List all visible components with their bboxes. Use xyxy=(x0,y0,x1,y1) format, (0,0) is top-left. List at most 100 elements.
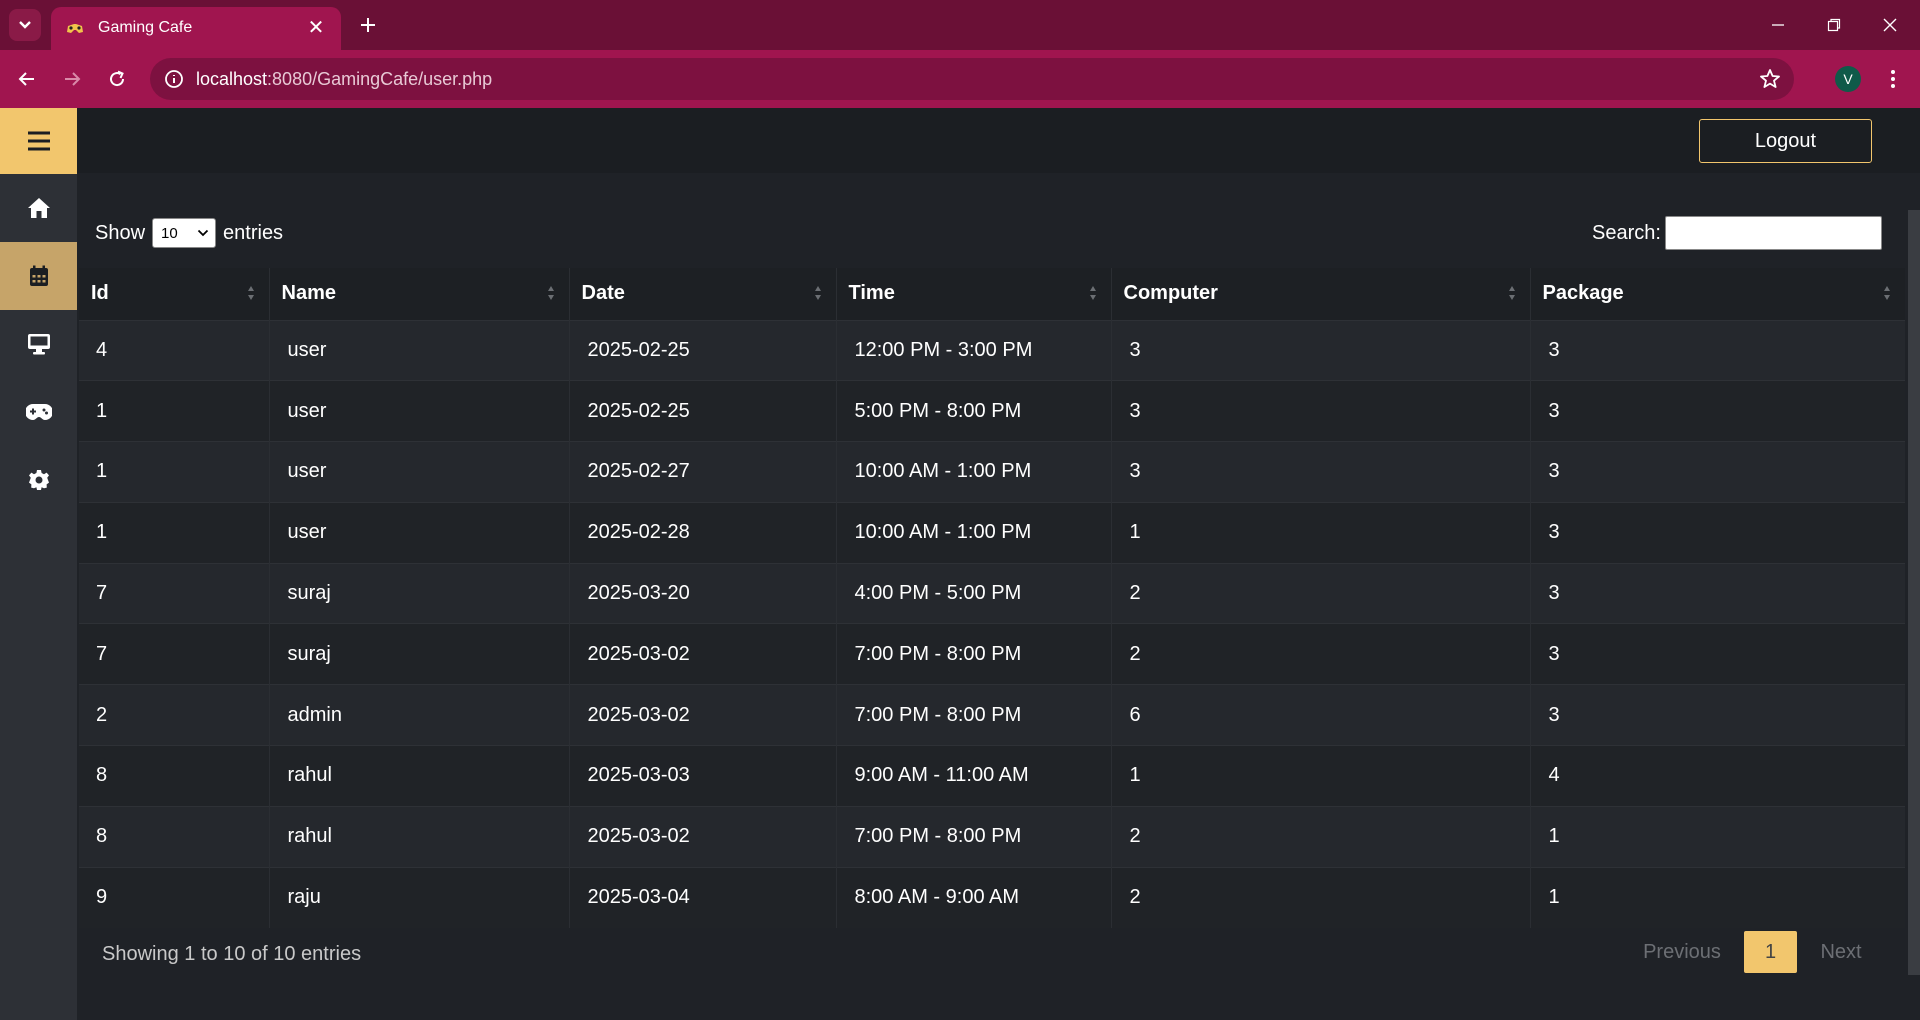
cell-package: 3 xyxy=(1529,562,1905,624)
minimize-icon xyxy=(1772,24,1784,26)
restore-button[interactable] xyxy=(1806,0,1862,50)
cell-time: 12:00 PM - 3:00 PM xyxy=(835,319,1111,381)
sidebar-item-computers[interactable] xyxy=(0,310,77,378)
sidebar-item-settings[interactable] xyxy=(0,446,77,514)
new-tab-button[interactable] xyxy=(352,9,384,41)
home-icon xyxy=(27,198,50,218)
entries-select[interactable]: 10 xyxy=(152,218,217,248)
site-info-icon[interactable] xyxy=(164,69,184,89)
cell-computer: 2 xyxy=(1110,866,1530,928)
close-tab-icon[interactable]: ✕ xyxy=(305,15,327,40)
column-header-computer[interactable]: Computer xyxy=(1110,268,1530,320)
previous-page-button[interactable]: Previous xyxy=(1632,931,1732,973)
cell-name: suraj xyxy=(268,623,569,685)
cell-name: admin xyxy=(268,684,569,746)
minimize-button[interactable] xyxy=(1750,0,1806,50)
cell-computer: 3 xyxy=(1110,319,1530,381)
table-row: 1 user 2025-02-27 10:00 AM - 1:00 PM 3 3 xyxy=(79,441,1905,503)
table-row: 1 user 2025-02-25 5:00 PM - 8:00 PM 3 3 xyxy=(79,380,1905,442)
sidebar-item-bookings[interactable] xyxy=(0,242,77,310)
cell-name: user xyxy=(268,380,569,442)
url-host: localhost xyxy=(196,69,268,89)
column-header-label: Computer xyxy=(1123,282,1218,305)
column-header-date[interactable]: Date xyxy=(568,268,836,320)
table-info: Showing 1 to 10 of 10 entries xyxy=(102,943,362,965)
cell-id: 1 xyxy=(79,501,269,564)
gamepad-icon xyxy=(25,404,52,420)
column-header-package[interactable]: Package xyxy=(1529,268,1905,320)
cell-id: 9 xyxy=(79,866,269,928)
next-page-button[interactable]: Next xyxy=(1806,931,1876,973)
cell-package: 3 xyxy=(1529,623,1905,685)
cell-date: 2025-03-02 xyxy=(568,805,836,868)
sort-arrows-icon xyxy=(547,286,554,300)
address-bar[interactable]: localhost:8080/GamingCafe/user.php xyxy=(150,58,1794,100)
browser-toolbar: localhost:8080/GamingCafe/user.php xyxy=(0,50,1920,108)
cell-date: 2025-02-25 xyxy=(568,380,836,442)
cell-time: 5:00 PM - 8:00 PM xyxy=(835,380,1111,442)
gamepad-favicon-icon xyxy=(67,24,83,33)
cell-time: 9:00 AM - 11:00 AM xyxy=(835,745,1111,807)
scrollbar[interactable] xyxy=(1908,210,1920,975)
cell-time: 10:00 AM - 1:00 PM xyxy=(835,441,1111,503)
url-text: localhost:8080/GamingCafe/user.php xyxy=(196,69,492,90)
sidebar-menu-toggle[interactable] xyxy=(0,108,77,174)
search-label: Search: xyxy=(1592,221,1661,244)
forward-button[interactable] xyxy=(55,62,89,96)
table-body: 4 user 2025-02-25 12:00 PM - 3:00 PM 3 3 1 user… xyxy=(79,319,1905,928)
cell-computer: 2 xyxy=(1110,805,1530,868)
browser-chrome: Gaming Cafe ✕ localhost:8080/GamingCafe/… xyxy=(0,0,1920,108)
cell-package: 3 xyxy=(1529,380,1905,442)
cell-package: 1 xyxy=(1529,866,1905,928)
cell-name: user xyxy=(268,501,569,564)
cell-time: 8:00 AM - 9:00 AM xyxy=(835,866,1111,928)
tab-search-button[interactable] xyxy=(9,9,41,41)
bookmark-star-icon[interactable] xyxy=(1758,67,1782,91)
table-header: Id Name Date Time Computer Package xyxy=(79,268,1905,320)
table-row: 7 suraj 2025-03-20 4:00 PM - 5:00 PM 2 3 xyxy=(79,562,1905,624)
column-header-time[interactable]: Time xyxy=(835,268,1111,320)
header-row: Id Name Date Time Computer Package xyxy=(79,268,1905,320)
column-header-label: Name xyxy=(281,282,336,305)
sidebar-item-home[interactable] xyxy=(0,174,77,242)
cell-name: user xyxy=(268,441,569,503)
cell-time: 7:00 PM - 8:00 PM xyxy=(835,805,1111,868)
reload-icon xyxy=(110,70,125,87)
cell-computer: 6 xyxy=(1110,684,1530,746)
browser-tab[interactable]: Gaming Cafe ✕ xyxy=(51,7,341,50)
entries-label: entries xyxy=(223,221,284,244)
column-header-label: Package xyxy=(1542,282,1624,305)
back-button[interactable] xyxy=(10,62,44,96)
search-input[interactable] xyxy=(1664,216,1882,250)
entries-select-value: 10 xyxy=(161,224,178,242)
close-window-button[interactable] xyxy=(1862,0,1918,50)
browser-menu-button[interactable] xyxy=(1880,64,1906,94)
cell-time: 4:00 PM - 5:00 PM xyxy=(835,562,1111,624)
table-row: 9 raju 2025-03-04 8:00 AM - 9:00 AM 2 1 xyxy=(79,866,1905,928)
table-row: 8 rahul 2025-03-03 9:00 AM - 11:00 AM 1 4 xyxy=(79,745,1905,807)
column-header-label: Time xyxy=(848,282,895,305)
url-path: :8080/GamingCafe/user.php xyxy=(267,69,493,89)
cell-name: rahul xyxy=(268,745,569,807)
cell-date: 2025-03-02 xyxy=(568,623,836,685)
cell-computer: 3 xyxy=(1110,441,1530,503)
cell-id: 8 xyxy=(79,805,269,868)
profile-avatar[interactable]: V xyxy=(1835,66,1861,92)
cell-computer: 2 xyxy=(1110,562,1530,624)
column-header-label: Date xyxy=(581,282,625,305)
sidebar xyxy=(0,108,77,1020)
sidebar-item-games[interactable] xyxy=(0,378,77,446)
tab-title: Gaming Cafe xyxy=(98,19,193,36)
page-1-button[interactable]: 1 xyxy=(1744,931,1797,973)
cell-time: 10:00 AM - 1:00 PM xyxy=(835,501,1111,564)
logout-button[interactable]: Logout xyxy=(1699,119,1872,163)
desktop-icon xyxy=(27,334,50,355)
column-header-id[interactable]: Id xyxy=(79,268,269,320)
column-header-name[interactable]: Name xyxy=(268,268,569,320)
column-header-label: Id xyxy=(91,282,109,305)
reload-button[interactable] xyxy=(100,62,134,96)
cell-date: 2025-02-25 xyxy=(568,319,836,381)
cell-package: 3 xyxy=(1529,441,1905,503)
cell-date: 2025-03-20 xyxy=(568,562,836,624)
tab-strip: Gaming Cafe ✕ xyxy=(0,0,1920,50)
